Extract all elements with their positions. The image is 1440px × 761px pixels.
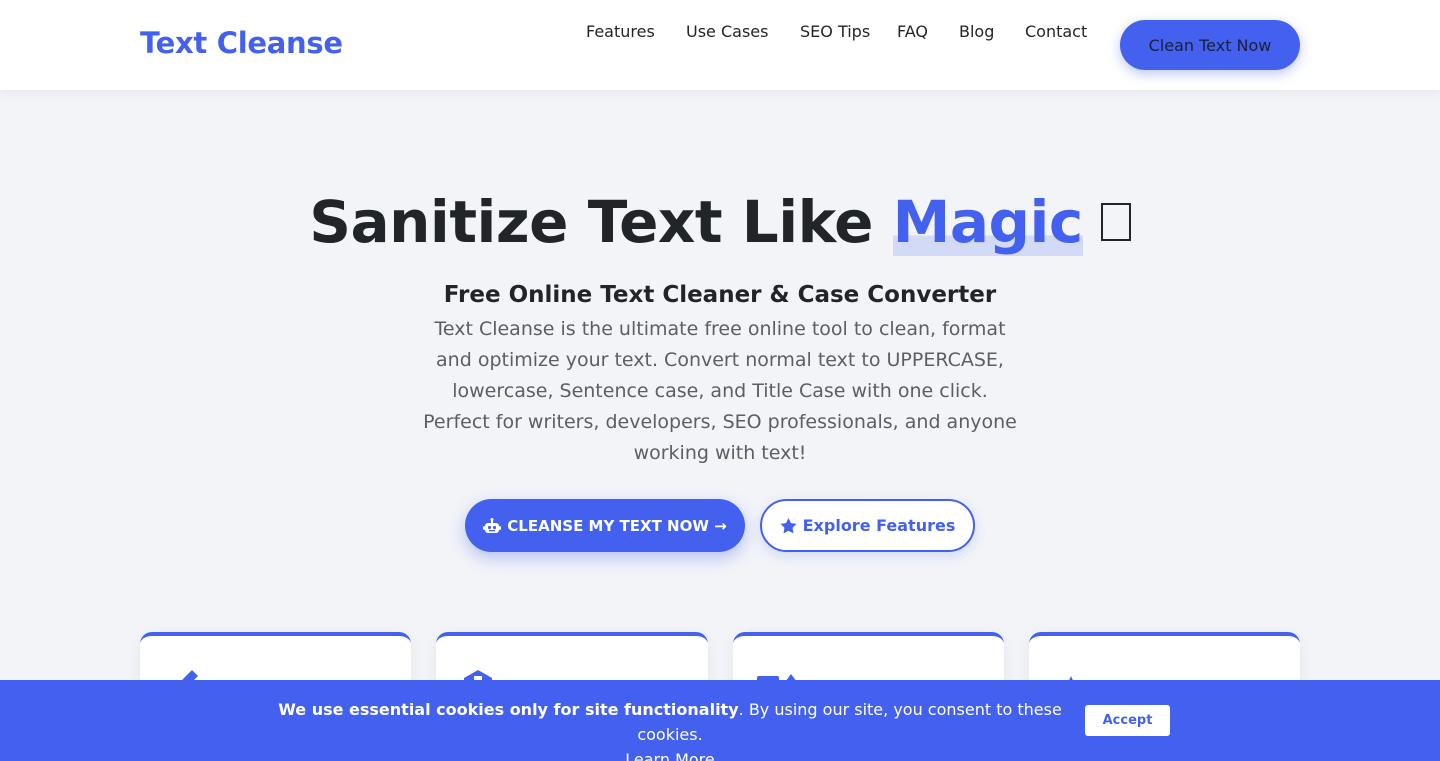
nav-link-blog[interactable]: Blog — [959, 22, 994, 44]
cookie-bold-text: We use essential cookies only for site f… — [278, 700, 739, 719]
hero-title-main: Sanitize Text Like — [309, 188, 893, 256]
robot-icon — [483, 517, 502, 533]
nav-link-seo-tips[interactable]: SEO Tips — [800, 22, 870, 44]
cleanse-text-button-label: CLEANSE MY TEXT NOW → — [507, 516, 727, 535]
nav-link-faq[interactable]: FAQ — [897, 22, 928, 44]
explore-features-button[interactable]: Explore Features — [760, 499, 975, 552]
cleanse-text-button[interactable]: CLEANSE MY TEXT NOW → — [465, 499, 745, 552]
cookie-accept-button[interactable]: Accept — [1085, 705, 1170, 736]
hero-subtitle: Free Online Text Cleaner & Case Converte… — [443, 282, 997, 308]
nav-link-features[interactable]: Features — [586, 22, 655, 44]
site-header: Text Cleanse Features Use Cases SEO Tips… — [0, 0, 1440, 90]
missing-glyph-icon — [1100, 202, 1131, 241]
hero-title-accent: Magic — [892, 188, 1083, 256]
site-logo[interactable]: Text Cleanse — [140, 26, 343, 60]
hero-title: Sanitize Text Like Magic — [0, 188, 1440, 256]
cookie-text: We use essential cookies only for site f… — [270, 697, 1070, 761]
cookie-banner: We use essential cookies only for site f… — [0, 680, 1440, 761]
star-icon — [780, 517, 797, 533]
clean-text-now-button[interactable]: Clean Text Now — [1120, 20, 1300, 70]
explore-features-button-label: Explore Features — [802, 516, 956, 535]
nav-link-contact[interactable]: Contact — [1025, 22, 1087, 44]
cookie-learn-more-link[interactable]: Learn More — [625, 750, 714, 761]
nav-link-use-cases[interactable]: Use Cases — [686, 22, 768, 44]
hero-description: Text Cleanse is the ultimate free online… — [423, 318, 1017, 464]
